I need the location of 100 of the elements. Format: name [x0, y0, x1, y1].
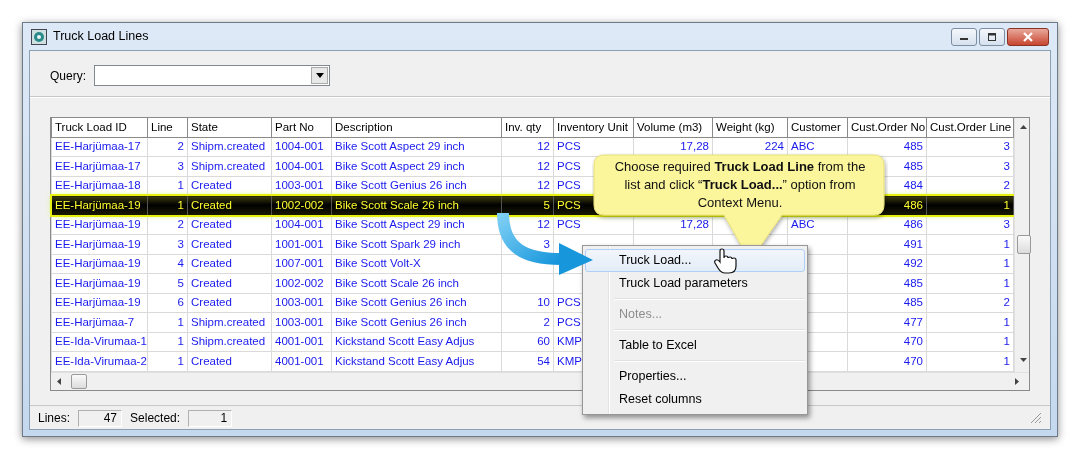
menu-item[interactable]: Truck Load parameters	[585, 272, 805, 295]
table-cell: EE-Harjümaa-19	[51, 215, 148, 235]
table-cell: Bike Scott Scale 26 inch	[331, 273, 502, 293]
status-label: Lines:	[38, 410, 71, 427]
table-cell: 1002-002	[271, 195, 332, 215]
vertical-scrollbar[interactable]	[1014, 118, 1029, 372]
table-cell: 3	[147, 156, 188, 176]
table-cell: 1	[147, 332, 188, 352]
table-cell: 12	[501, 137, 554, 157]
table-cell: 485	[847, 293, 927, 313]
table-cell: 1	[926, 312, 1014, 332]
table-cell: 1004-001	[271, 156, 332, 176]
table-cell: 485	[847, 273, 927, 293]
scroll-right-icon	[1015, 377, 1019, 385]
table-cell: Bike Scott Aspect 29 inch	[331, 137, 502, 157]
table-cell: 3	[147, 234, 188, 254]
table-cell: 1	[147, 351, 188, 371]
table-cell: Shipm.created	[187, 137, 272, 157]
close-icon	[1022, 32, 1034, 42]
table-cell: 1	[147, 195, 188, 215]
table-cell: Created	[187, 273, 272, 293]
close-button[interactable]	[1007, 28, 1049, 46]
minimize-button[interactable]	[951, 28, 977, 46]
table-cell: 1004-001	[271, 215, 332, 235]
table-cell: 2	[147, 137, 188, 157]
table-cell: Bike Scott Genius 26 inch	[331, 293, 502, 313]
table-cell: Created	[187, 293, 272, 313]
table-cell: 1	[926, 234, 1014, 254]
table-cell: 5	[501, 195, 554, 215]
table-cell: 1	[926, 273, 1014, 293]
table-cell: EE-Harjümaa-17	[51, 156, 148, 176]
table-cell: 492	[847, 254, 927, 274]
table-cell: 5	[147, 273, 188, 293]
table-cell: 1	[926, 254, 1014, 274]
status-value: 47	[78, 409, 123, 427]
resize-grip-icon[interactable]	[1030, 412, 1042, 424]
table-cell: 2	[147, 215, 188, 235]
table-cell: EE-Harjümaa-18	[51, 176, 148, 196]
column-header[interactable]: Truck Load ID	[51, 118, 148, 137]
table-cell: EE-Harjümaa-19	[51, 273, 148, 293]
table-cell: EE-Harjümaa-19	[51, 254, 148, 274]
table-cell: 3	[926, 215, 1014, 235]
table-cell: 6	[147, 293, 188, 313]
table-cell: EE-Harjümaa-19	[51, 293, 148, 313]
column-header[interactable]: Cust.Order No	[847, 118, 927, 137]
table-cell: EE-Harjümaa-7	[51, 312, 148, 332]
column-header[interactable]: Inventory Unit	[553, 118, 634, 137]
menu-item[interactable]: Truck Load...	[585, 249, 805, 272]
column-header[interactable]: Volume (m3)	[633, 118, 713, 137]
column-header[interactable]: State	[187, 118, 272, 137]
table-cell: 12	[501, 156, 554, 176]
table-cell: Created	[187, 254, 272, 274]
column-header[interactable]: Description	[331, 118, 502, 137]
dropdown-arrow-icon	[315, 73, 324, 78]
table-cell: 1	[926, 351, 1014, 371]
table-cell: 1	[926, 332, 1014, 352]
table-cell: Bike Scott Aspect 29 inch	[331, 156, 502, 176]
column-header[interactable]: Customer	[787, 118, 848, 137]
column-header[interactable]: Weight (kg)	[712, 118, 788, 137]
table-cell: 60	[501, 332, 554, 352]
table-cell: Kickstand Scott Easy Adjus	[331, 351, 502, 371]
table-cell: Bike Scott Spark 29 inch	[331, 234, 502, 254]
table-cell: 470	[847, 351, 927, 371]
column-header[interactable]: Cust.Order Line	[926, 118, 1014, 137]
table-cell: 477	[847, 312, 927, 332]
table-cell: 4001-001	[271, 332, 332, 352]
table-cell: 3	[926, 156, 1014, 176]
table-cell: EE-Ida-Virumaa-2	[51, 351, 148, 371]
table-cell: Bike Scott Scale 26 inch	[331, 195, 502, 215]
query-dropdown[interactable]	[94, 65, 330, 86]
column-header[interactable]: Part No	[271, 118, 332, 137]
column-header[interactable]: Line	[147, 118, 188, 137]
table-cell: 1001-001	[271, 234, 332, 254]
scroll-thumb[interactable]	[1017, 235, 1031, 254]
table-cell: Created	[187, 351, 272, 371]
menu-item[interactable]: Reset columns	[585, 388, 805, 411]
scroll-thumb[interactable]	[71, 373, 87, 389]
table-cell: 1	[147, 312, 188, 332]
table-cell: 2	[501, 312, 554, 332]
table-cell: Created	[187, 215, 272, 235]
table-cell: Bike Scott Volt-X	[331, 254, 502, 274]
table-cell: EE-Harjümaa-19	[51, 234, 148, 254]
table-cell: 1002-002	[271, 273, 332, 293]
table-cell: 4001-001	[271, 351, 332, 371]
table-cell: Shipm.created	[187, 332, 272, 352]
table-cell: 3	[501, 234, 554, 254]
maximize-button[interactable]	[979, 28, 1005, 46]
table-cell: 54	[501, 351, 554, 371]
table-cell: Created	[187, 195, 272, 215]
table-cell: EE-Harjümaa-17	[51, 137, 148, 157]
table-cell: 1007-001	[271, 254, 332, 274]
column-header[interactable]: Inv. qty	[501, 118, 554, 137]
table-cell: 2	[926, 293, 1014, 313]
table-cell: Created	[187, 234, 272, 254]
table-cell: 1004-001	[271, 137, 332, 157]
table-cell: 4	[147, 254, 188, 274]
table-cell: EE-Ida-Virumaa-1	[51, 332, 148, 352]
window-title: Truck Load Lines	[53, 28, 149, 46]
table-cell: 491	[847, 234, 927, 254]
table-cell: 1	[926, 195, 1014, 215]
